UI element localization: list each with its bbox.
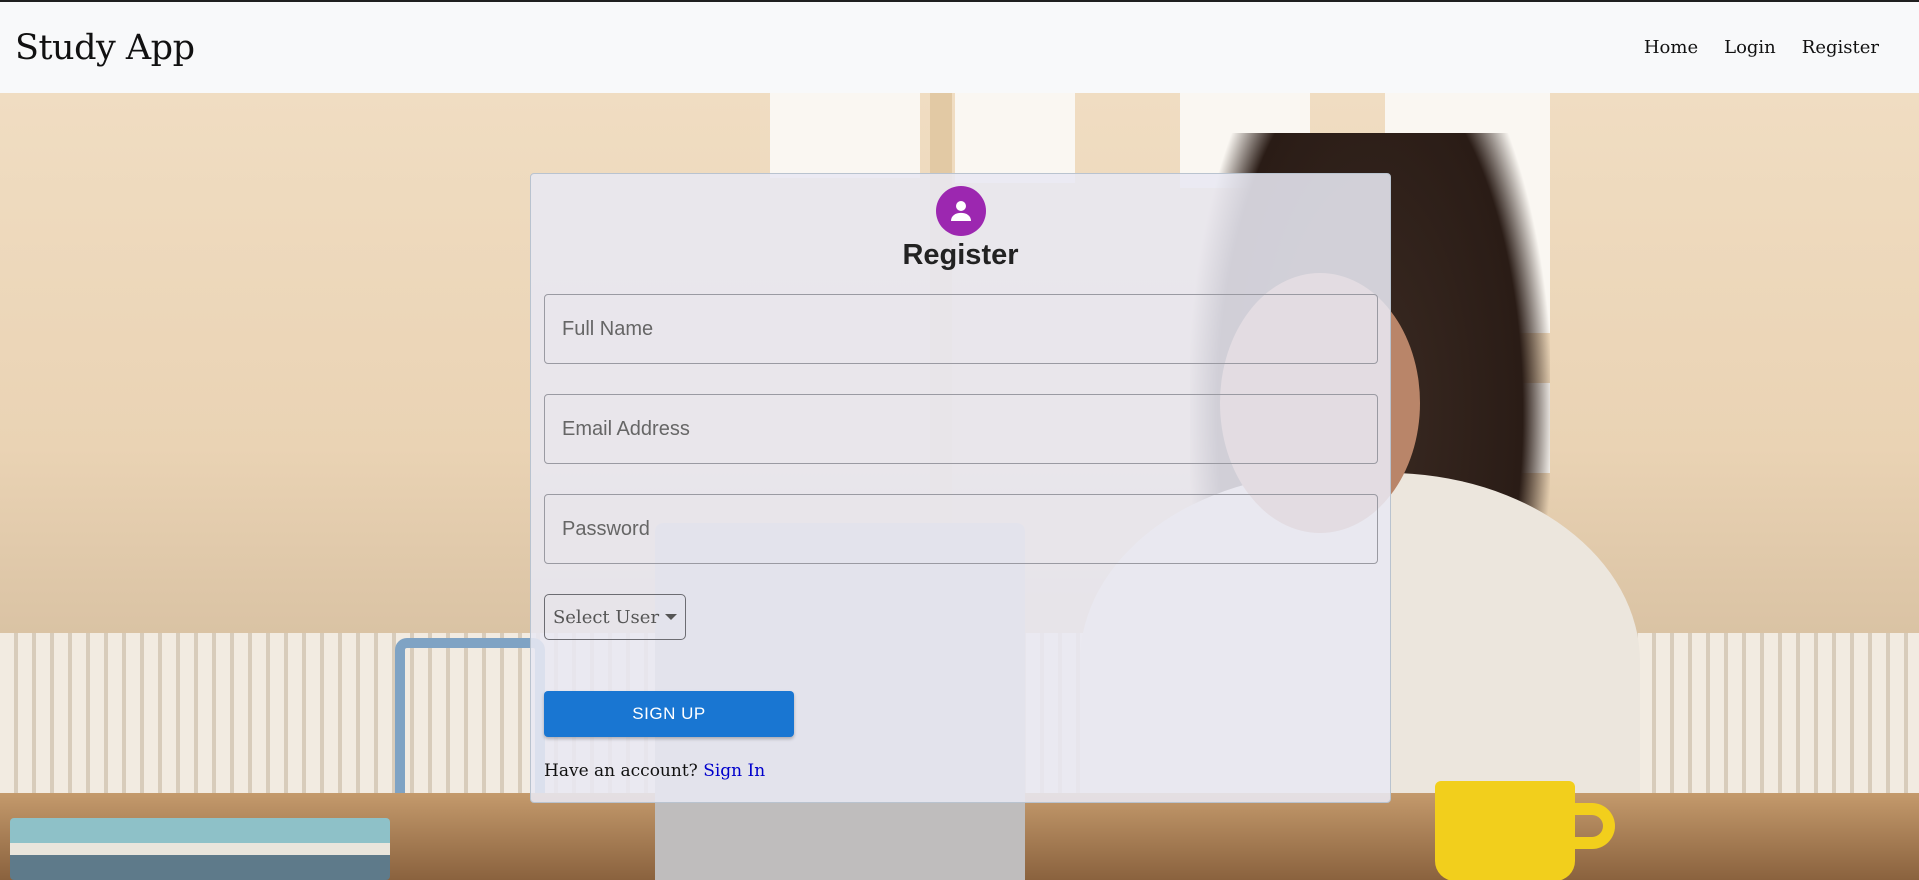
person-icon: [935, 186, 986, 236]
sign-in-link[interactable]: Sign In: [703, 761, 765, 781]
select-user-dropdown[interactable]: Select User: [544, 594, 686, 640]
books: [10, 818, 390, 880]
window-pane: [770, 93, 920, 178]
background-photo: Register Select User SIGN UP Have an acc…: [0, 93, 1919, 880]
nav-link-login[interactable]: Login: [1724, 37, 1776, 58]
nav-link-home[interactable]: Home: [1644, 37, 1698, 58]
sign-up-button[interactable]: SIGN UP: [544, 691, 794, 737]
navbar: Study App Home Login Register: [0, 2, 1919, 93]
signin-prompt-text: Have an account?: [544, 761, 698, 781]
caret-down-icon: [665, 614, 678, 620]
email-input[interactable]: [544, 394, 1378, 464]
register-card: Register Select User SIGN UP Have an acc…: [530, 173, 1391, 803]
password-input[interactable]: [544, 494, 1378, 564]
nav-links: Home Login Register: [1644, 37, 1879, 58]
window-pane: [955, 93, 1075, 183]
coffee-cup-handle: [1565, 803, 1615, 849]
form-title: Register: [902, 239, 1019, 271]
coffee-cup: [1435, 781, 1575, 880]
form-fields: [544, 294, 1378, 564]
brand-title[interactable]: Study App: [15, 28, 195, 68]
signin-prompt: Have an account? Sign In: [544, 761, 1377, 781]
select-user-label: Select User: [552, 606, 660, 628]
nav-link-register[interactable]: Register: [1802, 37, 1879, 58]
full-name-input[interactable]: [544, 294, 1378, 364]
person-icon-glyph: [950, 201, 971, 221]
